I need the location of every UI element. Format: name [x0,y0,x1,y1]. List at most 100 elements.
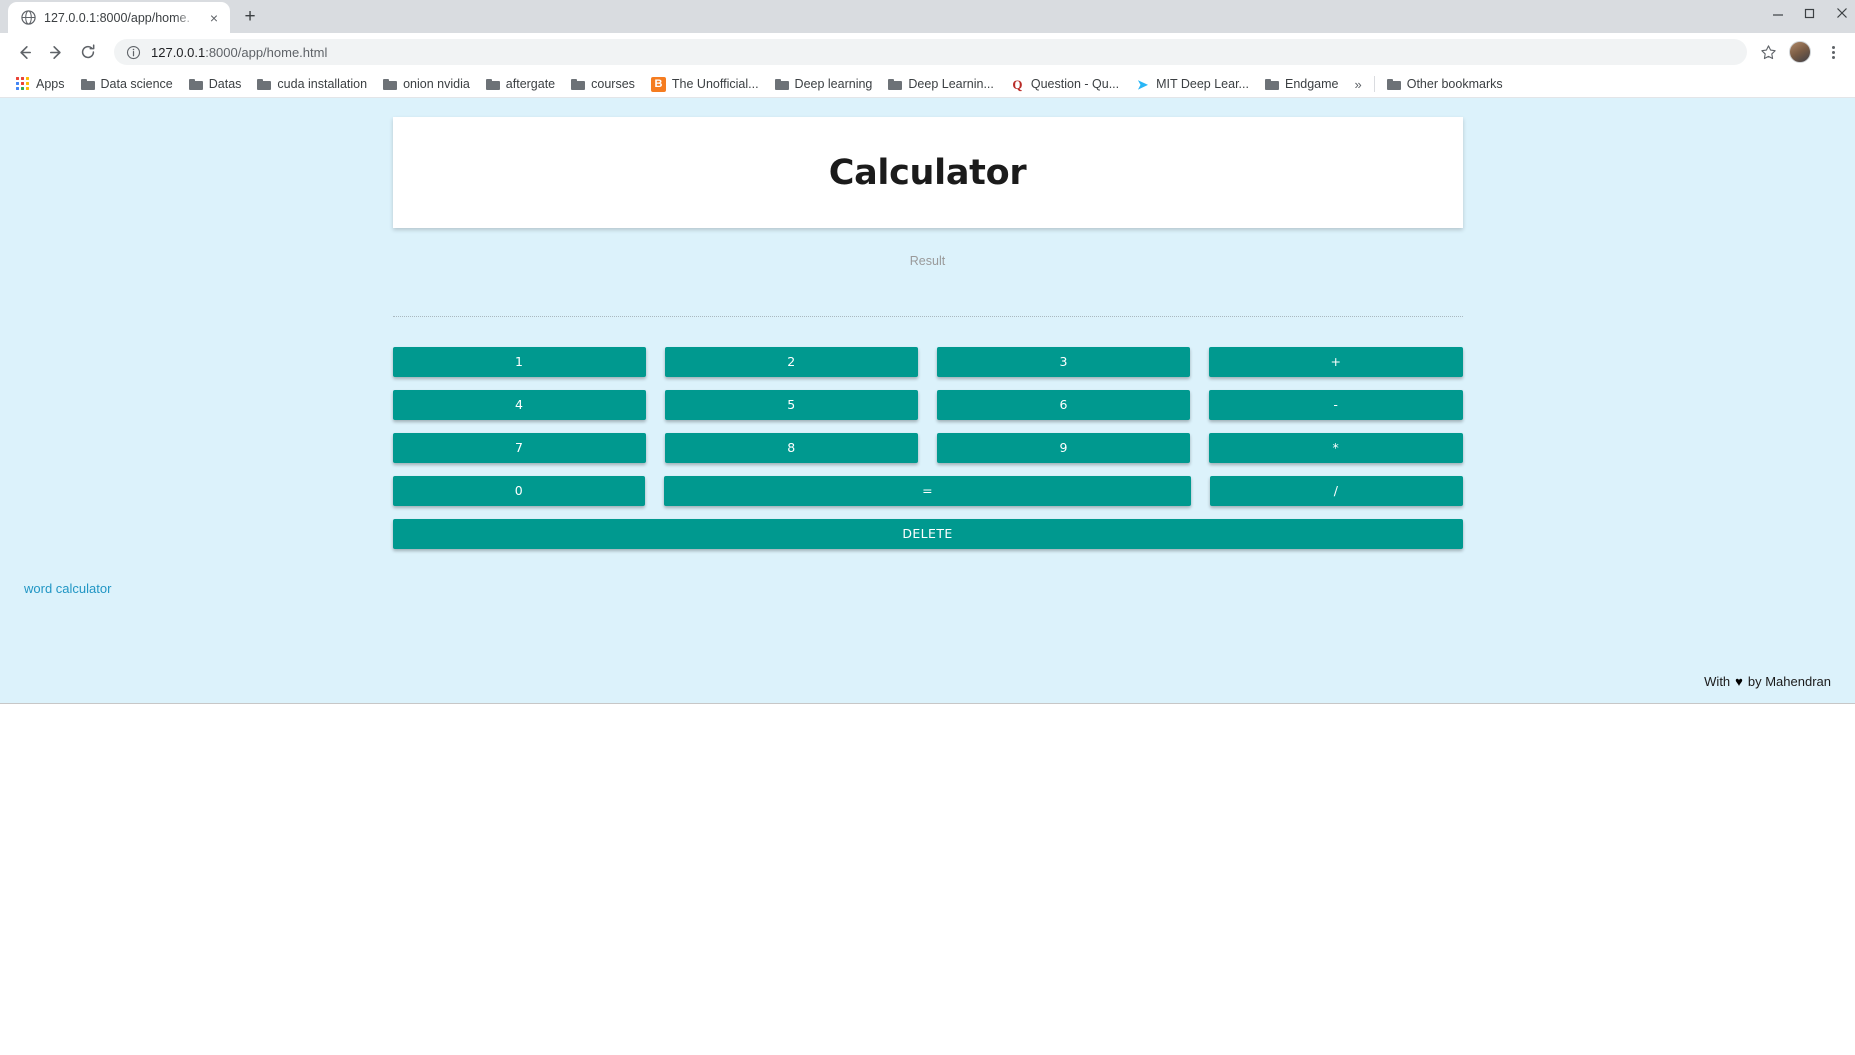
bookmark-other-bookmarks[interactable]: Other bookmarks [1379,74,1511,94]
maximize-icon[interactable] [1803,6,1817,20]
keypad-row: DELETE [392,519,1463,549]
bookmark-label: Endgame [1284,77,1339,91]
folder-icon [188,78,203,90]
key-7[interactable]: 7 [392,433,646,463]
page-viewport: Calculator Result 1 2 3 + 4 5 6 - 7 8 9 … [0,98,1855,704]
bookmark-apps[interactable]: Apps [8,73,73,95]
calculator-container: Calculator Result 1 2 3 + 4 5 6 - 7 8 9 … [392,98,1463,549]
bookmarks-overflow-button[interactable]: » [1347,77,1370,92]
tab-title: 127.0.0.1:8000/app/home. [44,10,190,25]
bookmark-item-mit-deep-learning[interactable]: ➤ MIT Deep Lear... [1127,73,1257,95]
folder-icon [774,78,789,90]
key-6[interactable]: 6 [937,390,1191,420]
bookmark-item-endgame[interactable]: Endgame [1257,73,1347,95]
key-plus[interactable]: + [1209,347,1463,377]
folder-icon [1264,78,1279,90]
title-card: Calculator [392,117,1463,228]
keypad-row: 1 2 3 + [392,347,1463,377]
folder-icon [257,78,272,90]
bookmarks-bar: Apps Data science Datas cuda installatio… [0,71,1855,98]
blogger-icon: B [650,76,666,92]
section-divider [392,316,1463,317]
window-close-icon[interactable] [1835,6,1849,20]
key-1[interactable]: 1 [392,347,646,377]
url-host: 127.0.0.1 [151,44,206,60]
key-8[interactable]: 8 [664,433,918,463]
bookmarks-divider [1373,76,1375,92]
bookmark-label: Question - Qu... [1030,77,1120,91]
bookmark-item-courses[interactable]: courses [563,73,643,95]
key-equals[interactable]: = [664,476,1191,506]
forward-icon[interactable] [42,38,70,66]
bookmark-label: aftergate [505,77,556,91]
info-circle-icon[interactable] [126,45,141,60]
avatar[interactable] [1789,41,1811,63]
key-2[interactable]: 2 [664,347,918,377]
word-calculator-link[interactable]: word calculator [24,581,111,596]
folder-icon [383,78,398,90]
close-icon[interactable]: × [206,10,222,26]
folder-icon [888,78,903,90]
globe-icon [20,10,36,26]
key-0[interactable]: 0 [392,476,646,506]
browser-window: 127.0.0.1:8000/app/home. × + 127.0.0.1:8… [0,0,1855,704]
bookmark-label: Data science [100,77,173,91]
bookmark-item-deep-learnin[interactable]: Deep Learnin... [880,73,1001,95]
calculator-keypad: 1 2 3 + 4 5 6 - 7 8 9 * 0 = / DELETE [392,347,1463,549]
url-path: :8000/app/home.html [205,44,328,60]
bookmark-label: Other bookmarks [1406,77,1503,91]
apps-grid-icon [16,77,30,91]
browser-menu-icon[interactable] [1821,45,1845,59]
bookmark-label: The Unofficial... [671,77,759,91]
reload-icon[interactable] [74,38,102,66]
bookmark-item-data-science[interactable]: Data science [73,73,181,95]
bookmark-item-the-unofficial[interactable]: B The Unofficial... [643,73,767,95]
back-icon[interactable] [10,38,38,66]
bookmark-label: courses [591,77,635,91]
page-title: Calculator [828,152,1027,193]
key-4[interactable]: 4 [392,390,646,420]
address-bar[interactable]: 127.0.0.1:8000/app/home.html [114,39,1747,65]
key-minus[interactable]: - [1209,390,1463,420]
browser-toolbar: 127.0.0.1:8000/app/home.html [0,33,1855,71]
minimize-icon[interactable] [1771,6,1785,20]
folder-icon [485,78,500,90]
key-multiply[interactable]: * [1209,433,1463,463]
bookmark-item-deep-learning[interactable]: Deep learning [767,73,881,95]
keypad-row: 0 = / [392,476,1463,506]
delete-button[interactable]: DELETE [392,519,1463,549]
new-tab-button[interactable]: + [236,3,264,31]
bookmark-label: cuda installation [277,77,368,91]
word-calculator-link-wrap: word calculator [0,580,1855,598]
tab-strip: 127.0.0.1:8000/app/home. × + [0,0,1855,33]
key-9[interactable]: 9 [937,433,1191,463]
folder-icon [80,78,95,90]
key-divide[interactable]: / [1209,476,1463,506]
footer-prefix: With [1704,674,1731,689]
bookmark-item-question-quora[interactable]: Q Question - Qu... [1002,73,1127,95]
bookmark-item-cuda-installation[interactable]: cuda installation [249,73,375,95]
footer-suffix: by Mahendran [1747,674,1831,689]
bookmark-item-onion-nvidia[interactable]: onion nvidia [375,73,478,95]
folder-icon [571,78,586,90]
result-display: Result [909,254,946,268]
bookmark-label: Datas [208,77,242,91]
key-3[interactable]: 3 [937,347,1191,377]
bookmark-label: Deep Learnin... [908,77,994,91]
bookmark-item-aftergate[interactable]: aftergate [478,73,563,95]
bookmark-item-datas[interactable]: Datas [181,73,250,95]
address-bar-text: 127.0.0.1:8000/app/home.html [151,45,327,60]
mit-deeplearning-icon: ➤ [1137,76,1149,92]
key-5[interactable]: 5 [664,390,918,420]
bookmark-label: MIT Deep Lear... [1156,77,1249,91]
footer-credit: With ♥ by Mahendran [1704,674,1831,689]
bookmark-label: Deep learning [794,77,873,91]
window-controls [1771,6,1849,20]
quora-icon: Q [1012,76,1023,92]
heart-icon: ♥ [1735,674,1743,689]
folder-icon [1386,78,1401,90]
bookmark-label: onion nvidia [403,77,470,91]
browser-tab[interactable]: 127.0.0.1:8000/app/home. × [8,2,230,33]
bookmark-star-icon[interactable] [1757,44,1779,61]
keypad-row: 4 5 6 - [392,390,1463,420]
